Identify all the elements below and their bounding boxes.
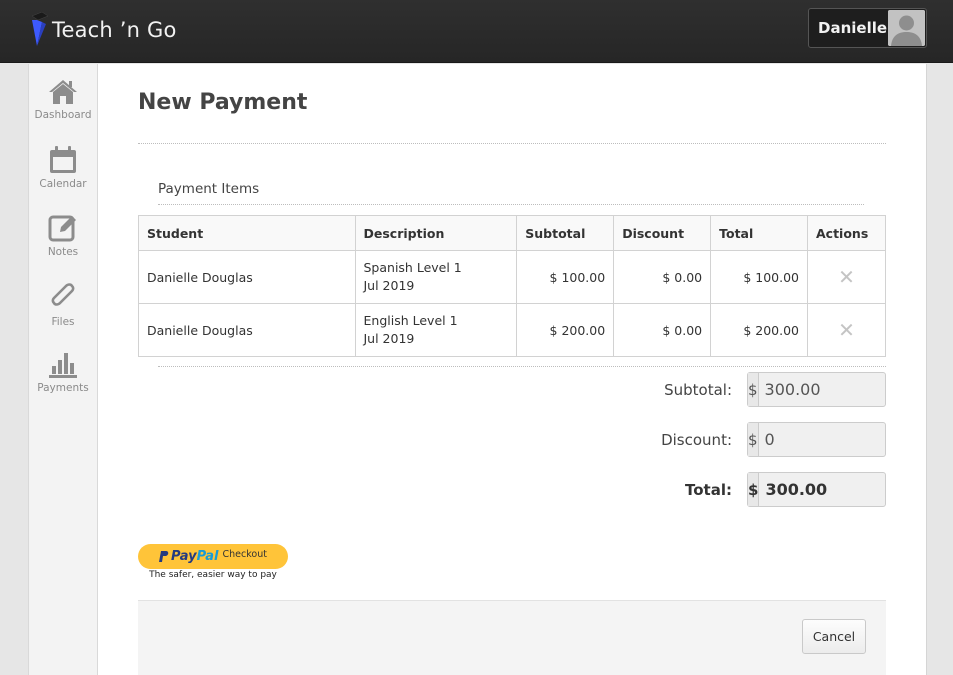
subtotal-field-group: $ <box>747 372 953 407</box>
discount-row: Discount: $ <box>658 422 953 457</box>
paypal-logo-icon <box>159 550 169 562</box>
cell-total: $ 100.00 <box>710 250 808 304</box>
section-title: Payment Items <box>158 181 260 197</box>
cell-total: $ 200.00 <box>710 303 808 357</box>
column-header-discount[interactable]: Discount <box>613 215 712 251</box>
user-avatar-icon <box>888 10 925 46</box>
currency-addon: $ <box>748 373 759 406</box>
avatar <box>888 10 925 46</box>
sidebar: Dashboard Calendar Notes Files Payments <box>28 64 98 675</box>
table-row: Danielle Douglas Spanish Level 1 Jul 201… <box>138 250 886 304</box>
app-brand-name: Teach ’n Go <box>52 18 177 42</box>
discount-field-group: $ <box>747 422 953 457</box>
sidebar-item-files[interactable]: Files <box>29 282 97 328</box>
table-header-row: Student Description Subtotal Discount To… <box>138 215 886 251</box>
user-menu-button[interactable]: Danielle <box>808 8 927 48</box>
divider <box>138 143 886 144</box>
column-header-student[interactable]: Student <box>138 215 356 251</box>
discount-label: Discount: <box>661 431 732 449</box>
payment-items-table: Student Description Subtotal Discount To… <box>138 215 886 357</box>
table-row: Danielle Douglas English Level 1 Jul 201… <box>138 303 886 357</box>
sidebar-item-payments[interactable]: Payments <box>29 350 97 394</box>
sidebar-item-label: Payments <box>37 382 89 394</box>
total-label: Total: <box>685 481 732 499</box>
sidebar-item-label: Notes <box>47 246 79 258</box>
sidebar-item-label: Dashboard <box>34 109 92 121</box>
cell-actions: ✕ <box>807 250 886 304</box>
paypal-checkout-button[interactable]: Pay Pal Checkout <box>138 544 288 569</box>
sidebar-item-label: Files <box>51 316 75 328</box>
teach-n-go-logo-icon <box>28 11 50 48</box>
total-row: Total: $ <box>658 472 953 507</box>
paypal-checkout-label: Checkout <box>222 548 267 560</box>
bar-chart-icon <box>49 353 77 378</box>
sidebar-item-label: Calendar <box>39 178 87 190</box>
subtotal-label: Subtotal: <box>664 381 732 399</box>
form-footer: Cancel <box>138 600 886 675</box>
remove-item-icon[interactable]: ✕ <box>838 318 855 342</box>
paypal-brand-pay: Pay <box>171 549 197 564</box>
page-title: New Payment <box>138 90 308 115</box>
description-period: Jul 2019 <box>363 331 415 346</box>
paperclip-icon <box>51 283 75 306</box>
top-navigation-bar: Teach ’n Go Danielle <box>0 0 953 63</box>
currency-addon: $ <box>748 473 760 506</box>
subtotal-row: Subtotal: $ <box>658 372 953 407</box>
divider <box>158 366 886 367</box>
description-item: English Level 1 <box>363 313 458 328</box>
main-content: New Payment Payment Items Student Descri… <box>98 64 953 675</box>
cell-actions: ✕ <box>807 303 886 357</box>
discount-field[interactable] <box>758 423 953 456</box>
subtotal-field[interactable] <box>758 373 953 406</box>
cell-description: English Level 1 Jul 2019 <box>354 303 518 357</box>
sidebar-item-notes[interactable]: Notes <box>29 214 97 258</box>
home-icon <box>49 80 77 104</box>
cell-subtotal: $ 100.00 <box>516 250 615 304</box>
right-gutter <box>926 64 953 675</box>
column-header-actions: Actions <box>807 215 886 251</box>
currency-addon: $ <box>748 423 759 456</box>
cell-student: Danielle Douglas <box>138 303 356 357</box>
cancel-button[interactable]: Cancel <box>802 619 866 654</box>
cell-student: Danielle Douglas <box>138 250 356 304</box>
column-header-total[interactable]: Total <box>710 215 808 251</box>
remove-item-icon[interactable]: ✕ <box>838 265 855 289</box>
cell-discount: $ 0.00 <box>613 303 712 357</box>
user-name: Danielle <box>818 19 888 37</box>
description-period: Jul 2019 <box>363 278 415 293</box>
calendar-icon <box>50 146 76 173</box>
sidebar-item-dashboard[interactable]: Dashboard <box>29 78 97 121</box>
sidebar-item-calendar[interactable]: Calendar <box>29 146 97 190</box>
column-header-subtotal[interactable]: Subtotal <box>516 215 615 251</box>
total-field-group: $ <box>747 472 953 507</box>
total-field[interactable] <box>759 473 953 506</box>
paypal-brand-pal: Pal <box>196 549 219 564</box>
app-logo[interactable]: Teach ’n Go <box>28 11 177 48</box>
divider <box>158 204 864 205</box>
paypal-tagline: The safer, easier way to pay <box>149 570 277 580</box>
edit-note-icon <box>48 215 76 242</box>
cell-description: Spanish Level 1 Jul 2019 <box>354 250 518 304</box>
description-item: Spanish Level 1 <box>363 260 462 275</box>
column-header-description[interactable]: Description <box>354 215 518 251</box>
cell-subtotal: $ 200.00 <box>516 303 615 357</box>
cell-discount: $ 0.00 <box>613 250 712 304</box>
